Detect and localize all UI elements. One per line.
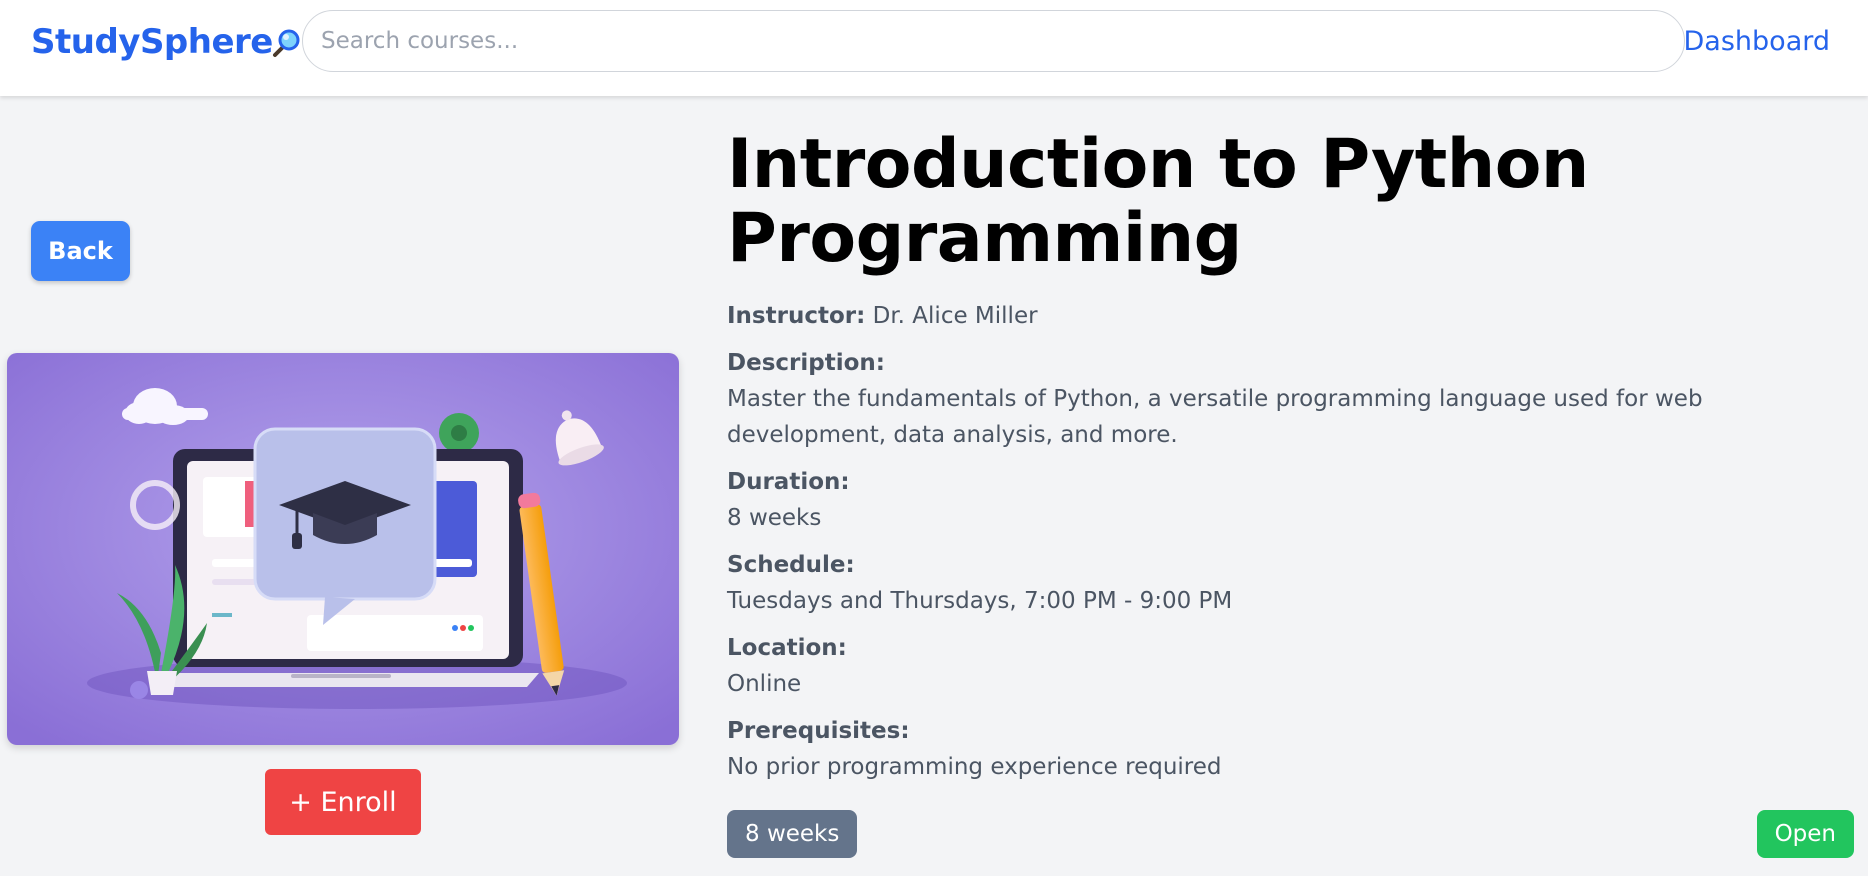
description-value: Master the fundamentals of Python, a ver…	[727, 386, 1703, 448]
duration-value: 8 weeks	[727, 505, 822, 531]
enroll-button[interactable]: + Enroll	[265, 769, 421, 835]
instructor-field: Instructor: Dr. Alice Miller	[727, 298, 1837, 334]
schedule-label: Schedule:	[727, 552, 855, 578]
search-input[interactable]	[302, 10, 1685, 72]
dashboard-link[interactable]: Dashboard	[1684, 26, 1830, 57]
course-details: Introduction to Python Programming Instr…	[727, 128, 1837, 796]
description-field: Description: Master the fundamentals of …	[727, 345, 1837, 453]
brand-logo[interactable]: StudySphere	[31, 22, 273, 62]
location-label: Location:	[727, 635, 847, 661]
status-badge: Open	[1756, 810, 1854, 858]
duration-label: Duration:	[727, 469, 850, 495]
prerequisites-field: Prerequisites: No prior programming expe…	[727, 713, 1837, 785]
location-field: Location: Online	[727, 630, 1837, 702]
instructor-value: Dr. Alice Miller	[872, 303, 1038, 329]
duration-field: Duration: 8 weeks	[727, 464, 1837, 536]
magnifier-icon	[272, 28, 302, 58]
duration-badge: 8 weeks	[727, 810, 858, 858]
prerequisites-label: Prerequisites:	[727, 718, 910, 744]
description-label: Description:	[727, 350, 885, 376]
schedule-field: Schedule: Tuesdays and Thursdays, 7:00 P…	[727, 547, 1837, 619]
course-image	[7, 353, 679, 745]
course-title: Introduction to Python Programming	[727, 125, 1589, 278]
instructor-label: Instructor:	[727, 303, 866, 329]
back-button[interactable]: Back	[31, 221, 130, 281]
navbar: StudySphere Dashboard	[0, 0, 1868, 96]
location-value: Online	[727, 671, 802, 697]
schedule-value: Tuesdays and Thursdays, 7:00 PM - 9:00 P…	[727, 588, 1233, 614]
prerequisites-value: No prior programming experience required	[727, 754, 1222, 780]
